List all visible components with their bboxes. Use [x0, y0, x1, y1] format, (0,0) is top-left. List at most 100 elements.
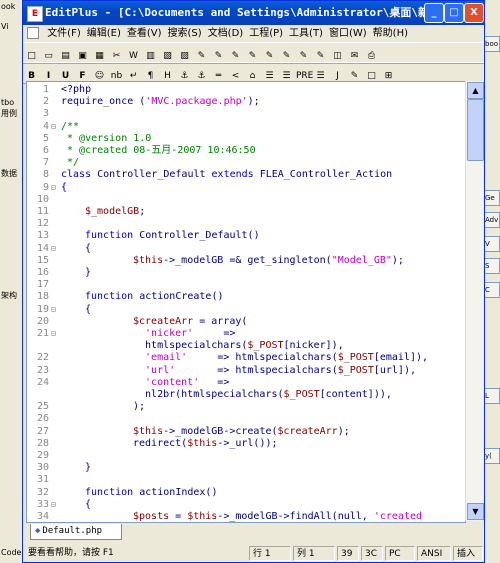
- code-token: /**: [61, 120, 80, 132]
- line-number: 18: [36, 291, 49, 303]
- status-line: 行 1: [249, 546, 291, 561]
- code-token: );: [247, 96, 260, 108]
- status-hex-code: 3C: [361, 546, 383, 561]
- code-token: => htmlspecialchars(: [175, 364, 338, 376]
- code-text: }: [85, 267, 91, 279]
- menu-item-0[interactable]: 文件(F): [44, 25, 84, 42]
- code-token: =: [193, 315, 212, 327]
- fold-toggle-icon[interactable]: ⊟: [51, 304, 59, 316]
- code-token: $createArr: [277, 425, 338, 437]
- line-number: 7: [42, 157, 49, 169]
- code-text: redirect($this->_url());: [133, 438, 278, 450]
- code-token: "Model_GB": [331, 254, 392, 266]
- code-text: }: [85, 462, 91, 474]
- code-token: {: [61, 181, 68, 193]
- fold-toggle-icon[interactable]: ⊟: [51, 328, 59, 340]
- code-token: $this: [133, 425, 164, 437]
- code-token: htmlspecialchars(: [133, 340, 248, 352]
- code-token: nl2br(htmlspecialchars(: [133, 389, 284, 400]
- background-label: Code: [1, 548, 22, 557]
- scroll-up-arrow-icon[interactable]: ▲: [467, 82, 484, 99]
- code-token: 'email': [133, 352, 188, 364]
- code-token: function: [85, 486, 134, 498]
- code-text: htmlspecialchars($_POST[nicker]),: [133, 340, 344, 352]
- close-button[interactable]: X: [464, 3, 484, 23]
- code-editor[interactable]: 1 <?php 2 require_once ('MVC.package.php');…: [26, 81, 466, 523]
- menu-bar: 文件(F) 编辑(E) 查看(V) 搜索(S) 文档(D) 工程(P) 工具(T) 窗口(W)…: [23, 25, 484, 42]
- tab-default-php[interactable]: ◆ Default.php: [30, 524, 122, 540]
- line-number: 29: [36, 450, 49, 461]
- background-label: 数据: [1, 169, 17, 178]
- code-token: );: [391, 254, 404, 266]
- maximize-button[interactable]: □: [444, 3, 464, 23]
- code-text: {: [85, 304, 91, 316]
- code-token: ->_url());: [217, 437, 278, 449]
- code-token: extends: [211, 169, 254, 181]
- minimize-button[interactable]: _: [424, 3, 444, 23]
- code-text: );: [133, 401, 145, 413]
- menu-item-8[interactable]: 帮助(H): [370, 25, 411, 42]
- scroll-thumb[interactable]: [467, 99, 484, 161]
- line-number: 27: [36, 425, 49, 437]
- document-icon[interactable]: [27, 27, 39, 39]
- code-token: );: [133, 401, 146, 413]
- fold-toggle-icon[interactable]: ⊟: [51, 182, 59, 194]
- line-number: 8: [42, 169, 49, 181]
- line-number: 12: [36, 218, 49, 230]
- code-token: }: [85, 267, 92, 278]
- vertical-scrollbar[interactable]: ▲ ▼: [465, 81, 484, 521]
- code-token: actionIndex(): [133, 486, 218, 498]
- background-button: Ge: [484, 190, 500, 206]
- code-token: $createArr: [133, 315, 194, 327]
- editplus-app-icon[interactable]: E: [27, 6, 43, 22]
- background-label: Vi: [1, 22, 9, 31]
- menu-item-1[interactable]: 编辑(E): [84, 25, 124, 42]
- scroll-down-arrow-icon[interactable]: ▼: [467, 503, 484, 520]
- code-token: $this: [187, 511, 218, 522]
- menu-item-4[interactable]: 文档(D): [205, 25, 247, 42]
- line-number: 20: [36, 315, 49, 327]
- fold-toggle-icon[interactable]: ⊟: [51, 121, 59, 133]
- code-token: 'url': [133, 364, 176, 376]
- tab-label: Default.php: [42, 526, 103, 536]
- line-number: 4: [42, 120, 49, 132]
- menu-item-7[interactable]: 窗口(W): [326, 25, 370, 42]
- code-text: $this->_modelGB->create($createArr);: [133, 426, 350, 438]
- fold-toggle-icon[interactable]: ⊟: [51, 243, 59, 255]
- code-token: <?php: [61, 84, 92, 95]
- code-text: function actionIndex(): [85, 487, 217, 499]
- menu-item-5[interactable]: 工程(P): [246, 25, 286, 42]
- code-token: $_modelGB: [85, 206, 140, 217]
- background-button: boo: [484, 36, 500, 52]
- code-text: <?php: [61, 84, 91, 96]
- code-token: [url]),: [373, 364, 416, 376]
- code-token: * @version 1.0: [61, 132, 152, 144]
- line-number: 3: [42, 108, 49, 120]
- background-button: C: [484, 282, 500, 298]
- title-bar[interactable]: E EditPlus - [C:\Documents and Settings\…: [23, 1, 484, 25]
- code-text: */: [61, 157, 79, 169]
- line-number: 16: [36, 267, 49, 278]
- line-number: 22: [36, 352, 49, 364]
- line-number: 13: [36, 230, 49, 242]
- code-token: 'MVC.package.php': [145, 96, 248, 108]
- code-text: $posts = $this->_modelGB->findAll(null, …: [133, 511, 423, 522]
- menu-item-3[interactable]: 搜索(S): [165, 25, 205, 42]
- window-title: EditPlus - [C:\Documents and Settings\Ad…: [45, 6, 460, 19]
- code-token: $this: [187, 437, 218, 449]
- code-token: require_once (: [61, 96, 146, 108]
- status-line-ending: PC: [385, 546, 415, 561]
- code-token: actionCreate(): [133, 291, 224, 303]
- code-token: 'created: [373, 511, 423, 522]
- code-text: /**: [61, 121, 79, 133]
- menu-item-6[interactable]: 工具(T): [286, 25, 326, 42]
- menu-item-2[interactable]: 查看(V): [124, 25, 165, 42]
- fold-toggle-icon[interactable]: ⊟: [51, 499, 59, 511]
- line-number: 14: [36, 242, 49, 254]
- background-button: L: [484, 388, 500, 404]
- editplus-window: E EditPlus - [C:\Documents and Settings\…: [22, 0, 485, 563]
- line-number: 21: [36, 328, 49, 339]
- code-token: [nicker]),: [283, 340, 344, 352]
- code-token: {: [85, 498, 92, 510]
- code-token: =: [169, 511, 188, 522]
